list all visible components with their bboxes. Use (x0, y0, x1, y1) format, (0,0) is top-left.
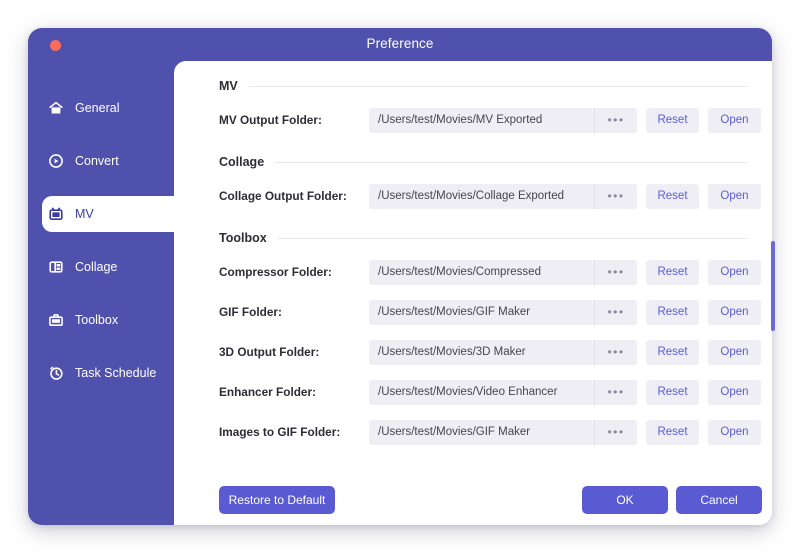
section-title: Toolbox (219, 231, 267, 245)
sidebar-item-convert[interactable]: Convert (28, 143, 174, 179)
section-title: MV (219, 79, 238, 93)
reset-button[interactable]: Reset (646, 260, 699, 285)
folder-path-value: /Users/test/Movies/MV Exported (369, 114, 594, 126)
reset-button[interactable]: Reset (646, 420, 699, 445)
open-button[interactable]: Open (708, 380, 761, 405)
sidebar: General Convert MV Collage Toolbox Task Sched… (28, 61, 174, 525)
folder-path-field[interactable]: /Users/test/Movies/MV Exported••• (369, 108, 637, 133)
restore-to-default-button[interactable]: Restore to Default (219, 486, 335, 514)
folder-path-field[interactable]: /Users/test/Movies/GIF Maker••• (369, 300, 637, 325)
settings-scroll-viewport: MV MV Output Folder:/Users/test/Movies/MV… (174, 61, 772, 453)
browse-ellipsis-button[interactable]: ••• (594, 380, 637, 405)
setting-row-label: Enhancer Folder: (219, 385, 369, 399)
sidebar-item-mv[interactable]: MV (42, 196, 190, 232)
folder-path-value: /Users/test/Movies/3D Maker (369, 346, 594, 358)
reset-button[interactable]: Reset (646, 300, 699, 325)
home-icon (47, 100, 64, 117)
browse-ellipsis-button[interactable]: ••• (594, 340, 637, 365)
folder-path-field[interactable]: /Users/test/Movies/Compressed••• (369, 260, 637, 285)
section-divider (278, 238, 748, 239)
scrollbar-thumb[interactable] (771, 241, 775, 331)
section-title: Collage (219, 155, 264, 169)
folder-path-value: /Users/test/Movies/GIF Maker (369, 306, 594, 318)
reset-button[interactable]: Reset (646, 340, 699, 365)
reset-button[interactable]: Reset (646, 108, 699, 133)
open-button[interactable]: Open (708, 184, 761, 209)
browse-ellipsis-button[interactable]: ••• (594, 108, 637, 133)
setting-row: 3D Output Folder:/Users/test/Movies/3D M… (174, 335, 772, 369)
layout-icon (47, 259, 64, 276)
scrollbar-track[interactable] (771, 241, 775, 446)
reset-button[interactable]: Reset (646, 380, 699, 405)
open-button[interactable]: Open (708, 108, 761, 133)
preference-window: Preference General Convert MV Collage Toolbo… (28, 28, 772, 525)
setting-row-label: Images to GIF Folder: (219, 425, 369, 439)
folder-path-value: /Users/test/Movies/GIF Maker (369, 426, 594, 438)
clock-icon (47, 365, 64, 382)
sidebar-item-label: Collage (75, 260, 117, 274)
browse-ellipsis-button[interactable]: ••• (594, 300, 637, 325)
open-button[interactable]: Open (708, 300, 761, 325)
mv-film-icon (47, 206, 64, 223)
content-panel: MV MV Output Folder:/Users/test/Movies/MV… (174, 61, 772, 525)
browse-ellipsis-button[interactable]: ••• (594, 420, 637, 445)
reset-button[interactable]: Reset (646, 184, 699, 209)
selected-tab-merge-filler (188, 198, 218, 236)
setting-row: Images to GIF Folder:/Users/test/Movies/… (174, 415, 772, 449)
page-title: Preference (28, 36, 772, 51)
section-header-mv: MV (174, 75, 772, 97)
section-header-toolbox: Toolbox (174, 227, 772, 249)
sidebar-item-label: General (75, 101, 119, 115)
setting-row-label: GIF Folder: (219, 305, 369, 319)
open-button[interactable]: Open (708, 260, 761, 285)
section-header-collage: Collage (174, 151, 772, 173)
folder-path-value: /Users/test/Movies/Collage Exported (369, 190, 594, 202)
open-button[interactable]: Open (708, 420, 761, 445)
folder-path-value: /Users/test/Movies/Video Enhancer (369, 386, 594, 398)
window-titlebar: Preference (28, 28, 772, 61)
sidebar-item-label: MV (75, 207, 94, 221)
setting-row-label: MV Output Folder: (219, 113, 369, 127)
cancel-button[interactable]: Cancel (676, 486, 762, 514)
section-divider (275, 162, 748, 163)
setting-row-label: 3D Output Folder: (219, 345, 369, 359)
open-button[interactable]: Open (708, 340, 761, 365)
setting-row: Collage Output Folder:/Users/test/Movies… (174, 179, 772, 213)
sidebar-item-general[interactable]: General (28, 90, 174, 126)
folder-path-field[interactable]: /Users/test/Movies/Collage Exported••• (369, 184, 637, 209)
browse-ellipsis-button[interactable]: ••• (594, 184, 637, 209)
browse-ellipsis-button[interactable]: ••• (594, 260, 637, 285)
setting-row: Enhancer Folder:/Users/test/Movies/Video… (174, 375, 772, 409)
setting-row: GIF Folder:/Users/test/Movies/GIF Maker•… (174, 295, 772, 329)
briefcase-icon (47, 312, 64, 329)
dialog-footer: Restore to Default OK Cancel (174, 453, 772, 525)
folder-path-field[interactable]: /Users/test/Movies/3D Maker••• (369, 340, 637, 365)
folder-path-field[interactable]: /Users/test/Movies/Video Enhancer••• (369, 380, 637, 405)
sidebar-item-task-schedule[interactable]: Task Schedule (28, 355, 174, 391)
sidebar-item-label: Convert (75, 154, 119, 168)
setting-row-label: Collage Output Folder: (219, 189, 369, 203)
section-divider (249, 86, 748, 87)
play-circle-icon (47, 153, 64, 170)
folder-path-field[interactable]: /Users/test/Movies/GIF Maker••• (369, 420, 637, 445)
folder-path-value: /Users/test/Movies/Compressed (369, 266, 594, 278)
setting-row-label: Compressor Folder: (219, 265, 369, 279)
ok-button[interactable]: OK (582, 486, 668, 514)
setting-row: MV Output Folder:/Users/test/Movies/MV E… (174, 103, 772, 137)
sidebar-item-label: Toolbox (75, 313, 118, 327)
sidebar-item-collage[interactable]: Collage (28, 249, 174, 285)
setting-row: Compressor Folder:/Users/test/Movies/Com… (174, 255, 772, 289)
sidebar-item-label: Task Schedule (75, 366, 156, 380)
sidebar-item-toolbox[interactable]: Toolbox (28, 302, 174, 338)
